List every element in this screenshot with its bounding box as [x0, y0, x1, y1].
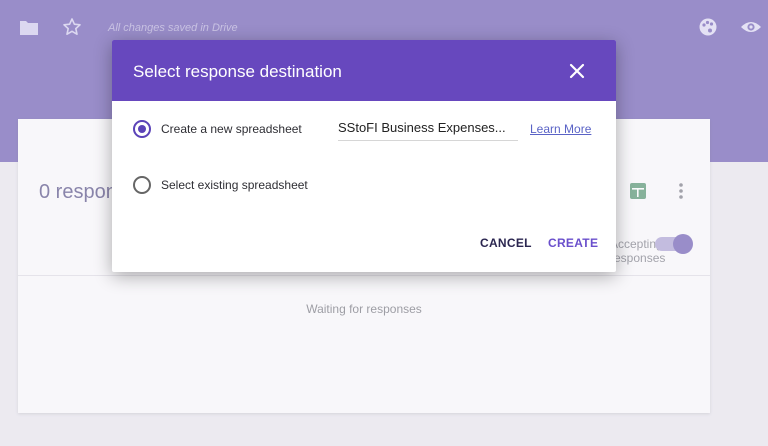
radio-existing-spreadsheet[interactable] — [133, 176, 151, 194]
cancel-button[interactable]: CANCEL — [480, 236, 532, 250]
close-icon[interactable] — [568, 62, 586, 80]
radio-new-spreadsheet[interactable] — [133, 120, 151, 138]
learn-more-link[interactable]: Learn More — [530, 122, 591, 136]
response-destination-dialog: Select response destination Create a new… — [112, 40, 616, 272]
option-new-spreadsheet-label: Create a new spreadsheet — [161, 122, 302, 136]
dialog-header: Select response destination — [112, 40, 616, 101]
option-existing-spreadsheet-label: Select existing spreadsheet — [161, 178, 308, 192]
spreadsheet-name-input[interactable]: SStoFI Business Expenses... — [338, 120, 518, 141]
dialog-title: Select response destination — [133, 62, 342, 81]
create-button[interactable]: CREATE — [548, 236, 598, 250]
